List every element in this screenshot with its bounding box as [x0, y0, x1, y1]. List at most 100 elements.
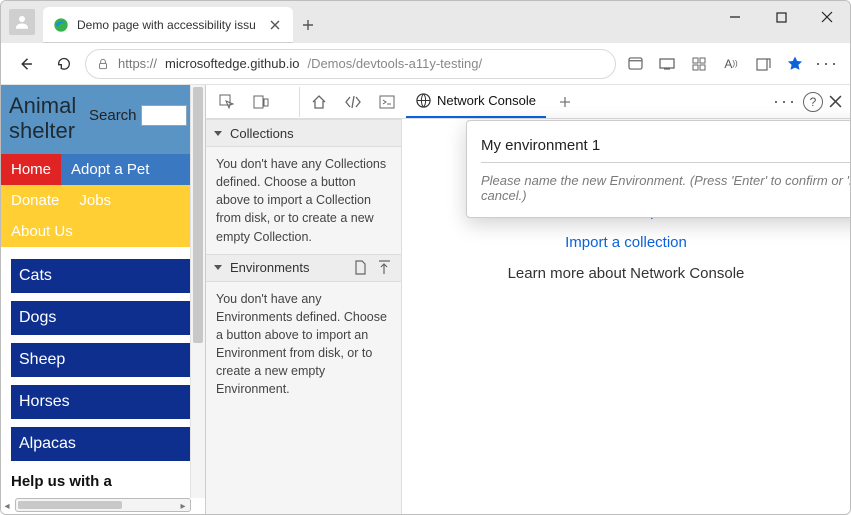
main-nav: Home Adopt a Pet Donate Jobs About Us: [1, 154, 205, 247]
minimize-button[interactable]: [712, 1, 758, 33]
nav-about[interactable]: About Us: [1, 216, 83, 247]
search-label: Search: [89, 107, 137, 124]
animal-dogs[interactable]: Dogs: [11, 301, 195, 335]
device-toolbar[interactable]: [246, 87, 276, 117]
tab-console[interactable]: [372, 87, 402, 117]
close-icon: [829, 95, 842, 108]
import-collection-link[interactable]: Import a collection: [565, 234, 687, 251]
scroll-right-icon[interactable]: ▸: [177, 501, 189, 512]
upload-icon: [378, 260, 391, 275]
close-window-button[interactable]: [804, 1, 850, 33]
tab-close-button[interactable]: [267, 17, 283, 33]
browser-window: Demo page with accessibility issu https:…: [0, 0, 851, 515]
back-button[interactable]: [9, 47, 43, 81]
plus-icon: [559, 96, 571, 108]
home-icon: [311, 94, 327, 110]
devtools-help-button[interactable]: ?: [803, 92, 823, 112]
inspect-tool[interactable]: [212, 87, 242, 117]
tab-elements[interactable]: [338, 87, 368, 117]
tab-network-console[interactable]: Network Console: [406, 86, 546, 118]
close-icon: [821, 11, 833, 23]
arrow-left-icon: [17, 55, 35, 73]
content-area: Animalshelter Search Home Adopt a Pet Do…: [1, 85, 850, 514]
app-tab-icon: [628, 57, 643, 70]
device-button[interactable]: [652, 49, 682, 79]
close-icon: [270, 20, 280, 30]
dots-icon: ···: [815, 53, 839, 74]
collections-icon: [756, 57, 771, 71]
animal-sheep[interactable]: Sheep: [11, 343, 195, 377]
environment-name-hint: Please name the new Environment. (Press …: [481, 173, 851, 203]
code-icon: [344, 95, 362, 109]
favorite-button[interactable]: [780, 49, 810, 79]
tab-welcome[interactable]: [304, 87, 334, 117]
grid-icon: [692, 57, 706, 71]
device-icon: [659, 58, 675, 70]
minimize-icon: [729, 11, 741, 23]
url-scheme: https://: [118, 56, 157, 71]
environments-header[interactable]: Environments: [206, 254, 401, 282]
devtools-sidebar: Collections You don't have any Collectio…: [206, 119, 402, 514]
star-icon: [786, 55, 804, 73]
window-controls: [712, 1, 850, 33]
animal-cats[interactable]: Cats: [11, 259, 195, 293]
import-env-button[interactable]: [351, 259, 369, 277]
help-heading: Help us with a: [1, 465, 205, 494]
person-icon: [13, 13, 31, 31]
url-path: /Demos/devtools-a11y-testing/: [307, 56, 482, 71]
animal-alpacas[interactable]: Alpacas: [11, 427, 195, 461]
page-hscroll[interactable]: ◂ ▸: [1, 498, 205, 514]
devtools-tabbar: Network Console ··· ?: [206, 85, 850, 119]
collections-label: Collections: [230, 126, 294, 141]
environment-name-input[interactable]: [481, 133, 851, 163]
page-vscroll[interactable]: [190, 85, 205, 498]
page-header: Animalshelter Search: [1, 85, 205, 154]
plus-icon: [302, 19, 314, 31]
collections-empty: You don't have any Collections defined. …: [206, 147, 401, 254]
menu-button[interactable]: ···: [812, 49, 842, 79]
devtools-more-button[interactable]: ···: [773, 91, 797, 112]
refresh-icon: [56, 56, 72, 72]
rendered-page: Animalshelter Search Home Adopt a Pet Do…: [1, 85, 206, 514]
question-icon: ?: [810, 95, 817, 109]
inspect-icon: [219, 94, 235, 110]
new-tab-button[interactable]: [293, 7, 323, 43]
animal-horses[interactable]: Horses: [11, 385, 195, 419]
new-env-button[interactable]: [375, 259, 393, 277]
maximize-icon: [776, 12, 787, 23]
environments-label: Environments: [230, 260, 309, 275]
refresh-button[interactable]: [47, 47, 81, 81]
extensions-button[interactable]: [684, 49, 714, 79]
learn-more-text: Learn more about Network Console: [508, 265, 745, 282]
scroll-left-icon[interactable]: ◂: [1, 501, 13, 512]
collections-button[interactable]: [748, 49, 778, 79]
address-bar[interactable]: https:// microsoftedge.github.io/Demos/de…: [85, 49, 616, 79]
tab-title: Demo page with accessibility issu: [77, 18, 259, 32]
nav-home[interactable]: Home: [1, 154, 61, 185]
chevron-down-icon: [214, 265, 222, 270]
devtools-main: Create a request Import a collection Lea…: [402, 119, 850, 514]
titlebar: Demo page with accessibility issu: [1, 1, 850, 43]
nav-adopt[interactable]: Adopt a Pet: [61, 154, 159, 185]
tab-add[interactable]: [550, 87, 580, 117]
maximize-button[interactable]: [758, 1, 804, 33]
console-icon: [379, 95, 395, 109]
lock-icon: [96, 57, 110, 71]
collections-header[interactable]: Collections: [206, 119, 401, 147]
responsive-icon: [253, 95, 269, 109]
profile-button[interactable]: [1, 1, 43, 43]
animal-list: Cats Dogs Sheep Horses Alpacas: [1, 247, 205, 465]
browser-tab[interactable]: Demo page with accessibility issu: [43, 7, 293, 43]
edge-icon: [53, 17, 69, 33]
url-host: microsoftedge.github.io: [165, 56, 299, 71]
read-aloud-button[interactable]: A)): [716, 49, 746, 79]
search-input[interactable]: [141, 105, 187, 126]
name-environment-popup: Please name the new Environment. (Press …: [466, 120, 851, 218]
nav-donate[interactable]: Donate: [1, 185, 69, 216]
nav-jobs[interactable]: Jobs: [69, 185, 121, 216]
devtools-close-button[interactable]: [829, 95, 842, 108]
browser-toolbar: https:// microsoftedge.github.io/Demos/de…: [1, 43, 850, 85]
file-icon: [354, 260, 367, 275]
chevron-down-icon: [214, 131, 222, 136]
app-tab-button[interactable]: [620, 49, 650, 79]
